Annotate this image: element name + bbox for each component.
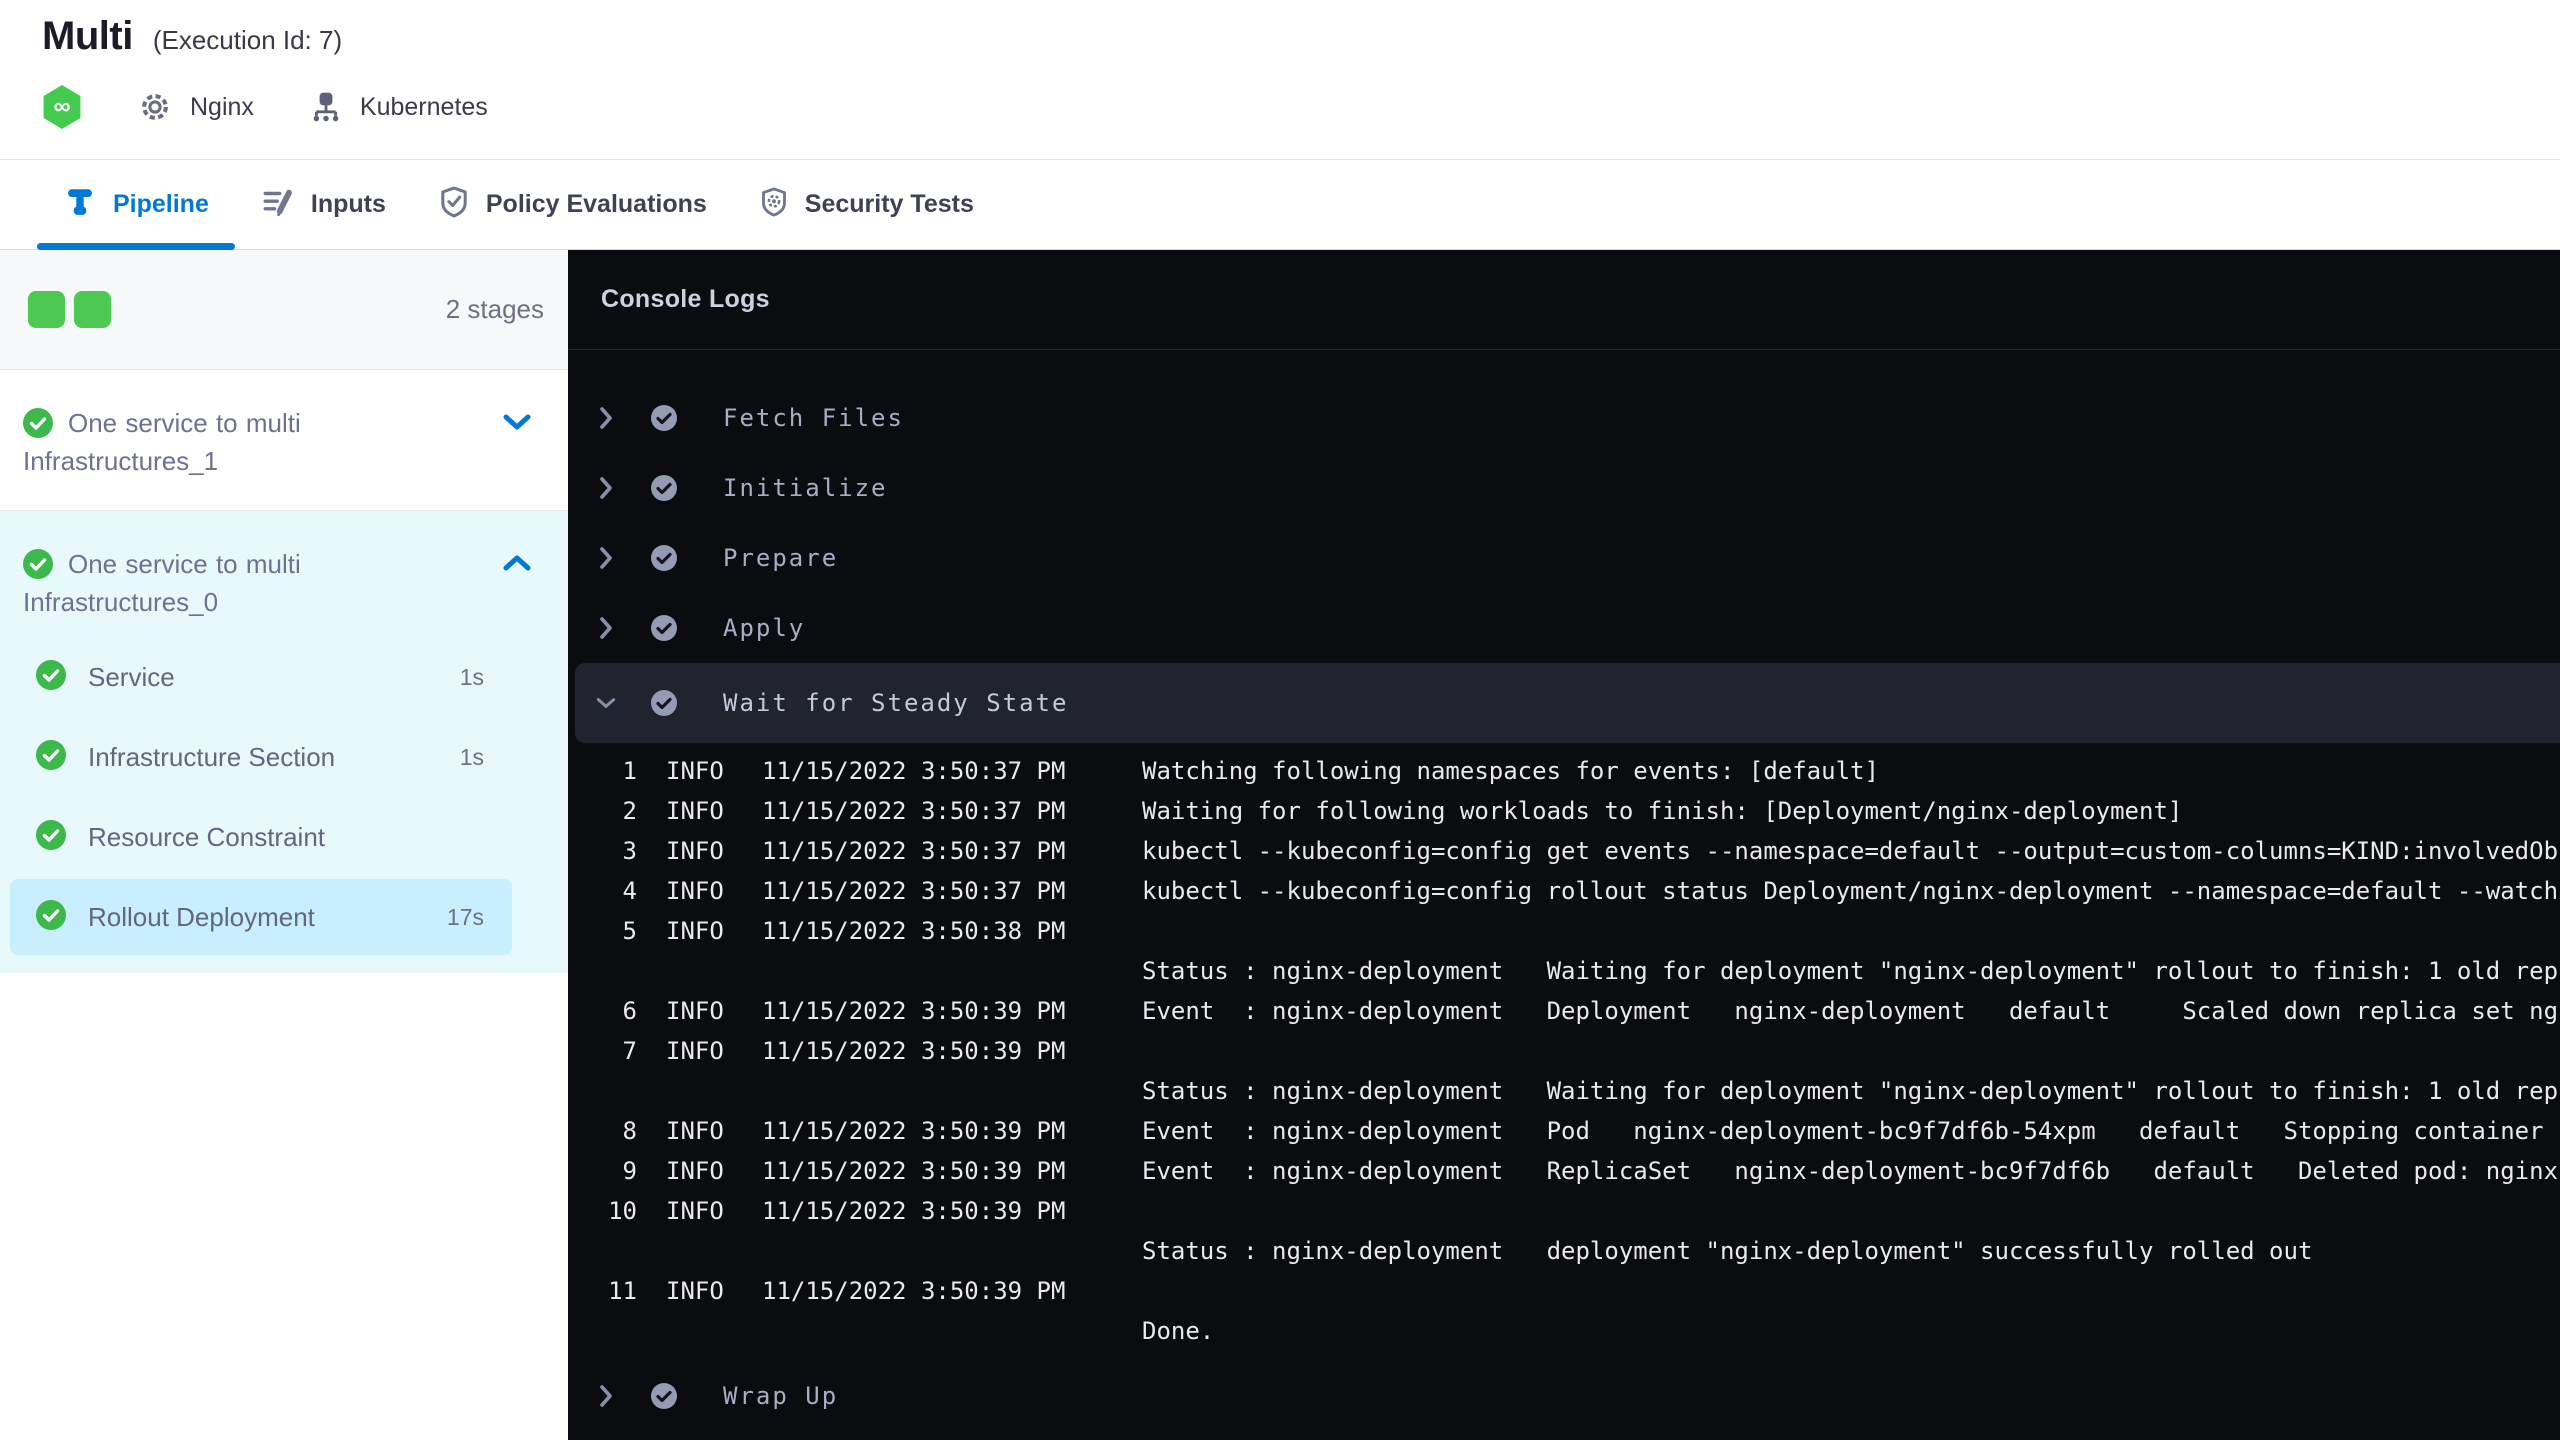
console-logs-panel: Console Logs Fetch Files Initialize Prep… xyxy=(568,250,2560,1440)
success-check-icon xyxy=(650,544,678,572)
log-line: 1 INFO 11/15/2022 3:50:37 PM Watching follo… xyxy=(622,757,1879,785)
log-section-label: Fetch Files xyxy=(723,404,904,432)
tab-policy-evaluations-label: Policy Evaluations xyxy=(485,190,707,218)
log-section-wait-for-steady-state[interactable]: Wait for Steady State xyxy=(575,663,2560,743)
stage-status-square-1[interactable] xyxy=(28,291,65,328)
execution-tabbar: Pipeline Inputs Policy Evaluations Secur… xyxy=(0,160,2560,250)
tab-security-tests[interactable]: Security Tests xyxy=(733,160,1000,249)
step-duration: 17s xyxy=(446,903,484,930)
step-list: Service 1s Infrastructure Section 1s Res… xyxy=(10,639,512,955)
step-service[interactable]: Service 1s xyxy=(10,639,512,715)
kubernetes-icon xyxy=(310,90,342,124)
page-title: Multi xyxy=(42,14,133,58)
step-label: Infrastructure Section xyxy=(88,741,336,772)
step-label: Service xyxy=(88,661,175,692)
infinity-glyph: ∞ xyxy=(53,93,71,120)
log-line: 7 INFO 11/15/2022 3:50:39 PM xyxy=(622,1037,1066,1065)
log-section-label: Wrap Up xyxy=(723,1382,839,1410)
shield-gear-icon xyxy=(759,185,789,224)
success-check-icon xyxy=(650,474,678,502)
success-check-icon xyxy=(650,1382,678,1410)
log-section-label: Prepare xyxy=(723,544,839,572)
tab-security-tests-label: Security Tests xyxy=(804,190,974,218)
stage-name: One service to multi Infrastructures_1 xyxy=(23,408,301,476)
log-line: Status : nginx-deployment Waiting for de… xyxy=(1142,1077,2559,1105)
log-line: 2 INFO 11/15/2022 3:50:37 PM Waiting for fo… xyxy=(622,797,2183,825)
tab-policy-evaluations[interactable]: Policy Evaluations xyxy=(412,160,733,249)
step-infrastructure-section[interactable]: Infrastructure Section 1s xyxy=(10,719,512,795)
chevron-up-icon[interactable] xyxy=(502,553,532,578)
log-section-fetch-files[interactable]: Fetch Files xyxy=(568,383,2560,453)
log-line: 4 INFO 11/15/2022 3:50:37 PM kubectl --kube… xyxy=(622,877,2559,905)
step-label: Resource Constraint xyxy=(88,821,325,852)
log-line: 8 INFO 11/15/2022 3:50:39 PM Event : nginx-… xyxy=(622,1117,2544,1145)
stage-name: One service to multi Infrastructures_0 xyxy=(23,549,301,617)
execution-header: Multi (Execution Id: 7) ∞ Nginx Kubernet… xyxy=(0,0,2560,160)
chevron-down-icon[interactable] xyxy=(595,695,617,711)
success-check-icon xyxy=(21,406,55,443)
success-check-icon xyxy=(21,547,55,584)
service-tag-label: Nginx xyxy=(190,92,254,121)
tab-pipeline[interactable]: Pipeline xyxy=(37,160,235,250)
step-duration: 1s xyxy=(459,663,484,690)
pipeline-icon xyxy=(63,185,97,224)
log-lines: 1 INFO 11/15/2022 3:50:37 PM Watching follo… xyxy=(568,751,2560,1351)
tab-inputs-label: Inputs xyxy=(310,190,386,218)
log-line: 5 INFO 11/15/2022 3:50:38 PM xyxy=(622,917,1066,945)
log-line: Status : nginx-deployment deployment "ng… xyxy=(1142,1237,2313,1265)
pipeline-execution-page: Multi (Execution Id: 7) ∞ Nginx Kubernet… xyxy=(0,0,2560,1440)
chevron-right-icon[interactable] xyxy=(595,615,617,641)
stage-count-label: 2 stages xyxy=(445,294,544,324)
log-line: 6 INFO 11/15/2022 3:50:39 PM Event : nginx-… xyxy=(622,997,2559,1025)
success-check-icon xyxy=(34,657,68,695)
console-logs-title: Console Logs xyxy=(601,285,770,313)
stage-minimap: 2 stages xyxy=(0,250,568,370)
gear-icon xyxy=(138,90,172,124)
log-section-label: Initialize xyxy=(723,474,888,502)
log-section-apply[interactable]: Apply xyxy=(568,593,2560,663)
tab-pipeline-label: Pipeline xyxy=(113,190,209,218)
log-line: 9 INFO 11/15/2022 3:50:39 PM Event : nginx-… xyxy=(622,1157,2559,1185)
success-check-icon xyxy=(34,737,68,775)
success-check-icon xyxy=(650,614,678,642)
stage-card-infrastructures-0[interactable]: One service to multi Infrastructures_0 S… xyxy=(0,511,568,973)
log-section-initialize[interactable]: Initialize xyxy=(568,453,2560,523)
log-line: 11 INFO 11/15/2022 3:50:39 PM xyxy=(608,1277,1066,1305)
log-line: Status : nginx-deployment Waiting for de… xyxy=(1142,957,2559,985)
log-section-label: Apply xyxy=(723,614,806,642)
step-resource-constraint[interactable]: Resource Constraint xyxy=(10,799,512,875)
success-check-icon xyxy=(34,897,68,935)
log-section-wrap-up[interactable]: Wrap Up xyxy=(568,1361,2560,1431)
shield-check-icon xyxy=(438,185,470,224)
stage-status-square-2[interactable] xyxy=(74,291,111,328)
log-section-label: Wait for Steady State xyxy=(723,689,1069,717)
chevron-right-icon[interactable] xyxy=(595,405,617,431)
harness-cd-icon: ∞ xyxy=(43,85,81,129)
success-check-icon xyxy=(650,404,678,432)
step-duration: 1s xyxy=(459,743,484,770)
chevron-right-icon[interactable] xyxy=(595,475,617,501)
active-tab-underline xyxy=(37,243,235,250)
chevron-right-icon[interactable] xyxy=(595,545,617,571)
chevron-right-icon[interactable] xyxy=(595,1383,617,1409)
log-section-prepare[interactable]: Prepare xyxy=(568,523,2560,593)
infrastructure-tag-label: Kubernetes xyxy=(359,92,488,121)
log-line: Done. xyxy=(1142,1317,1215,1345)
tab-inputs[interactable]: Inputs xyxy=(235,160,412,249)
console-logs-header: Console Logs xyxy=(568,250,2560,350)
stage-sidebar: 2 stages One service to multi Infrastruc… xyxy=(0,250,568,1440)
success-check-icon xyxy=(34,817,68,855)
stage-card-infrastructures-1[interactable]: One service to multi Infrastructures_1 xyxy=(0,370,568,511)
execution-id-label: (Execution Id: 7) xyxy=(152,25,343,55)
console-logs-body: Fetch Files Initialize Prepare Apply Wai… xyxy=(568,350,2560,1440)
log-line: 3 INFO 11/15/2022 3:50:37 PM kubectl --kube… xyxy=(622,837,2559,865)
chevron-down-icon[interactable] xyxy=(502,412,532,437)
step-label: Rollout Deployment xyxy=(88,901,315,932)
inputs-icon xyxy=(261,185,295,224)
step-rollout-deployment[interactable]: Rollout Deployment 17s xyxy=(10,879,512,955)
log-line: 10 INFO 11/15/2022 3:50:39 PM xyxy=(608,1197,1066,1225)
success-check-icon xyxy=(650,689,678,717)
